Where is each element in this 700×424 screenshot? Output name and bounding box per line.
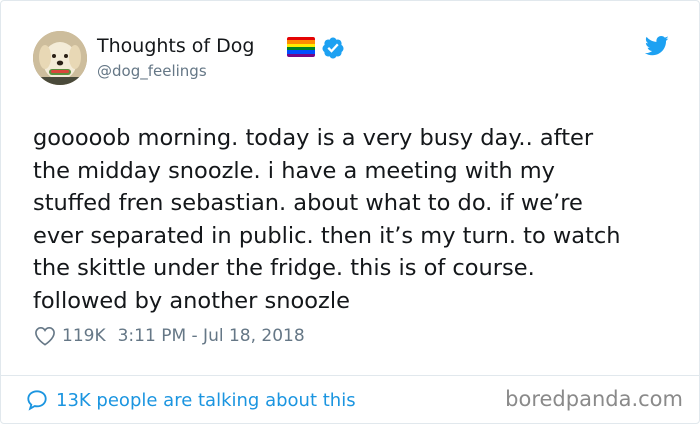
heart-icon[interactable]	[34, 326, 56, 346]
divider	[1, 375, 699, 376]
like-count[interactable]: 119K	[62, 326, 106, 346]
tweet-timestamp[interactable]: 3:11 PM - Jul 18, 2018	[118, 326, 305, 346]
verified-badge-icon	[322, 37, 344, 59]
tweet-meta: 119K 3:11 PM - Jul 18, 2018	[34, 323, 305, 349]
conversation-text[interactable]: 13K people are talking about this	[56, 390, 356, 411]
display-name[interactable]: Thoughts of Dog	[97, 35, 254, 57]
conversation-link[interactable]: 13K people are talking about this	[26, 388, 356, 412]
tweet-card: Thoughts of Dog @dog_feelings gooooob mo…	[0, 0, 700, 424]
speech-bubble-icon	[27, 390, 47, 411]
user-handle[interactable]: @dog_feelings	[97, 62, 207, 80]
watermark: boredpanda.com	[505, 387, 683, 411]
tweet-text: gooooob morning. today is a very busy da…	[33, 125, 621, 314]
twitter-bird-icon[interactable]	[645, 35, 669, 57]
rainbow-flag-icon	[287, 37, 315, 57]
dog-avatar-icon[interactable]	[33, 31, 87, 85]
